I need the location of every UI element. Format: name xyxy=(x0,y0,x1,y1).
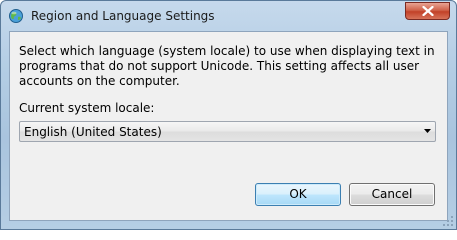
ok-button[interactable]: OK xyxy=(255,183,341,206)
locale-label: Current system locale: xyxy=(19,101,155,115)
window-title: Region and Language Settings xyxy=(31,9,215,23)
resize-grip-icon[interactable] xyxy=(443,216,453,226)
close-button[interactable] xyxy=(405,2,450,20)
dialog-body: Select which language (system locale) to… xyxy=(9,31,448,221)
chevron-down-icon xyxy=(424,129,431,133)
locale-description: Select which language (system locale) to… xyxy=(19,44,435,88)
close-icon xyxy=(422,6,434,16)
select-value: English (United States) xyxy=(24,125,162,139)
dialog-window: Region and Language Settings Select whic… xyxy=(0,0,457,230)
system-locale-select[interactable]: English (United States) xyxy=(19,121,436,142)
title-bar[interactable]: Region and Language Settings xyxy=(1,1,456,31)
cancel-button[interactable]: Cancel xyxy=(349,183,435,206)
globe-icon xyxy=(8,8,24,24)
